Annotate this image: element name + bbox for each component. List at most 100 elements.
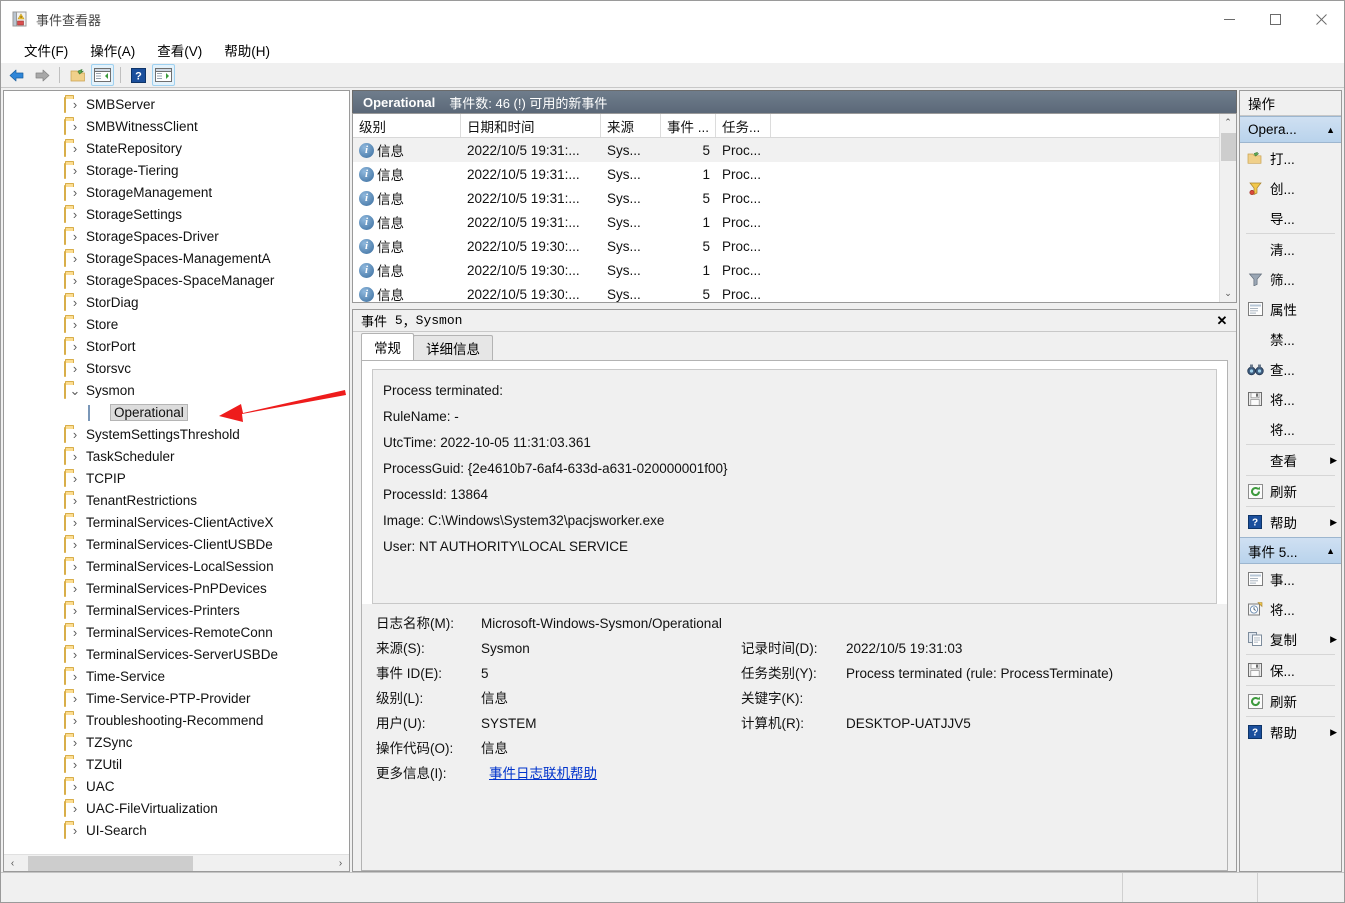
event-log-online-help-link[interactable]: 事件日志联机帮助 (489, 766, 597, 781)
collapse-chevron-icon[interactable]: ▲ (1326, 546, 1335, 556)
actions-list[interactable]: Opera... ▲ 打... 创... 导... 清... 筛... 属性 禁... 查... 将… (1240, 116, 1341, 871)
action-item-0-6[interactable]: 禁... (1240, 324, 1341, 354)
actions-group-header-1[interactable]: 事件 5... ▲ (1240, 537, 1341, 564)
action-item-0-5[interactable]: 属性 (1240, 294, 1341, 324)
event-list-rows[interactable]: i 信息 2022/10/5 19:31:... Sys... 5 Proc... i 信息 2… (353, 138, 1219, 302)
scroll-up-icon[interactable]: ⌃ (1220, 114, 1237, 131)
tree-item-ui-search[interactable]: › UI-Search (4, 819, 349, 841)
action-item-1-3[interactable]: 保... (1240, 655, 1341, 685)
help-icon[interactable]: ? (127, 64, 150, 86)
action-item-0-12[interactable]: ? 帮助 ▶ (1240, 507, 1341, 537)
table-row[interactable]: i 信息 2022/10/5 19:31:... Sys... 5 Proc... (353, 138, 1219, 162)
actions-group-header-0[interactable]: Opera... ▲ (1240, 116, 1341, 143)
close-button[interactable] (1298, 1, 1344, 37)
column-header-2[interactable]: 来源 (601, 114, 661, 137)
table-row[interactable]: i 信息 2022/10/5 19:31:... Sys... 1 Proc... (353, 210, 1219, 234)
submenu-arrow-icon[interactable]: ▶ (1330, 455, 1337, 466)
tree-item-smbwitnessclient[interactable]: › SMBWitnessClient (4, 115, 349, 137)
minimize-button[interactable] (1206, 1, 1252, 37)
tree-item-staterepository[interactable]: › StateRepository (4, 137, 349, 159)
action-item-0-2[interactable]: 导... (1240, 203, 1341, 233)
tab-general[interactable]: 常规 (361, 333, 414, 360)
tree-item-terminalservices-localsession[interactable]: › TerminalServices-LocalSession (4, 555, 349, 577)
action-item-0-1[interactable]: 创... (1240, 173, 1341, 203)
tree-item-time-service-ptp-provider[interactable]: › Time-Service-PTP-Provider (4, 687, 349, 709)
tree-item-stordiag[interactable]: › StorDiag (4, 291, 349, 313)
menu-action[interactable]: 操作(A) (79, 37, 146, 63)
menu-help[interactable]: 帮助(H) (213, 37, 281, 63)
table-row[interactable]: i 信息 2022/10/5 19:30:... Sys... 1 Proc... (353, 258, 1219, 282)
maximize-button[interactable] (1252, 1, 1298, 37)
show-hide-action-pane-icon[interactable] (152, 64, 175, 86)
menu-view[interactable]: 查看(V) (146, 37, 213, 63)
column-header-4[interactable]: 任务... (716, 114, 771, 137)
action-item-0-10[interactable]: 查看 ▶ (1240, 445, 1341, 475)
tree-item-storport[interactable]: › StorPort (4, 335, 349, 357)
action-item-0-11[interactable]: 刷新 (1240, 476, 1341, 506)
vscroll-track[interactable] (1220, 131, 1237, 285)
action-item-1-5[interactable]: ? 帮助 ▶ (1240, 717, 1341, 747)
action-item-0-9[interactable]: 将... (1240, 414, 1341, 444)
tree-item-tcpip[interactable]: › TCPIP (4, 467, 349, 489)
action-item-0-4[interactable]: 筛... (1240, 264, 1341, 294)
back-icon[interactable] (5, 64, 28, 86)
tree-item-operational[interactable]: Operational (4, 401, 349, 423)
event-list-header[interactable]: 级别 日期和时间 来源 事件 ... 任务... (353, 114, 1219, 138)
submenu-arrow-icon[interactable]: ▶ (1330, 517, 1337, 528)
column-header-0[interactable]: 级别 (353, 114, 461, 137)
tree-item-storsvc[interactable]: › Storsvc (4, 357, 349, 379)
table-row[interactable]: i 信息 2022/10/5 19:30:... Sys... 5 Proc... (353, 282, 1219, 302)
tree-item-terminalservices-printers[interactable]: › TerminalServices-Printers (4, 599, 349, 621)
action-item-0-7[interactable]: 查... (1240, 354, 1341, 384)
tree-horizontal-scrollbar[interactable]: ‹ › (4, 854, 349, 871)
tree-item-uac[interactable]: › UAC (4, 775, 349, 797)
collapse-chevron-icon[interactable]: ▲ (1326, 125, 1335, 135)
tree-item-terminalservices-remoteconn[interactable]: › TerminalServices-RemoteConn (4, 621, 349, 643)
action-item-0-0[interactable]: 打... (1240, 143, 1341, 173)
table-row[interactable]: i 信息 2022/10/5 19:31:... Sys... 1 Proc... (353, 162, 1219, 186)
show-hide-console-tree-icon[interactable] (66, 64, 89, 86)
tree-item-taskscheduler[interactable]: › TaskScheduler (4, 445, 349, 467)
console-tree[interactable]: › SMBServer › SMBWitnessClient › StateReposit… (4, 91, 349, 854)
tree-item-tzsync[interactable]: › TZSync (4, 731, 349, 753)
submenu-arrow-icon[interactable]: ▶ (1330, 634, 1337, 645)
table-row[interactable]: i 信息 2022/10/5 19:31:... Sys... 5 Proc... (353, 186, 1219, 210)
tree-item-storage-tiering[interactable]: › Storage-Tiering (4, 159, 349, 181)
menu-file[interactable]: 文件(F) (13, 37, 79, 63)
action-item-1-2[interactable]: 复制 ▶ (1240, 624, 1341, 654)
scroll-down-icon[interactable]: ⌄ (1220, 285, 1237, 302)
tab-details[interactable]: 详细信息 (413, 335, 493, 360)
table-row[interactable]: i 信息 2022/10/5 19:30:... Sys... 5 Proc... (353, 234, 1219, 258)
action-item-1-1[interactable]: 将... (1240, 594, 1341, 624)
tree-item-terminalservices-pnpdevices[interactable]: › TerminalServices-PnPDevices (4, 577, 349, 599)
column-header-1[interactable]: 日期和时间 (461, 114, 601, 137)
scroll-right-icon[interactable]: › (332, 855, 349, 872)
tree-item-storagespaces-spacemanager[interactable]: › StorageSpaces-SpaceManager (4, 269, 349, 291)
vscroll-thumb[interactable] (1220, 133, 1236, 161)
action-item-1-4[interactable]: 刷新 (1240, 686, 1341, 716)
tree-item-terminalservices-serverusbde[interactable]: › TerminalServices-ServerUSBDe (4, 643, 349, 665)
tree-item-tzutil[interactable]: › TZUtil (4, 753, 349, 775)
submenu-arrow-icon[interactable]: ▶ (1330, 727, 1337, 738)
hscroll-thumb[interactable] (28, 855, 193, 871)
tree-item-uac-filevirtualization[interactable]: › UAC-FileVirtualization (4, 797, 349, 819)
tree-item-troubleshooting-recommend[interactable]: › Troubleshooting-Recommend (4, 709, 349, 731)
tree-item-tenantrestrictions[interactable]: › TenantRestrictions (4, 489, 349, 511)
properties-window-icon[interactable] (91, 64, 114, 86)
column-header-3[interactable]: 事件 ... (661, 114, 716, 137)
detail-close-icon[interactable]: ✕ (1212, 310, 1232, 331)
tree-item-sysmon[interactable]: ⌄ Sysmon (4, 379, 349, 401)
tree-item-terminalservices-clientusbde[interactable]: › TerminalServices-ClientUSBDe (4, 533, 349, 555)
tree-item-storagespaces-driver[interactable]: › StorageSpaces-Driver (4, 225, 349, 247)
action-item-0-3[interactable]: 清... (1240, 234, 1341, 264)
tree-item-storagespaces-managementa[interactable]: › StorageSpaces-ManagementA (4, 247, 349, 269)
hscroll-track[interactable] (21, 855, 332, 872)
tree-item-systemsettingsthreshold[interactable]: › SystemSettingsThreshold (4, 423, 349, 445)
tree-item-storagesettings[interactable]: › StorageSettings (4, 203, 349, 225)
action-item-1-0[interactable]: 事... (1240, 564, 1341, 594)
tree-item-store[interactable]: › Store (4, 313, 349, 335)
tree-item-storagemanagement[interactable]: › StorageManagement (4, 181, 349, 203)
action-item-0-8[interactable]: 将... (1240, 384, 1341, 414)
scroll-left-icon[interactable]: ‹ (4, 855, 21, 872)
tree-item-time-service[interactable]: › Time-Service (4, 665, 349, 687)
